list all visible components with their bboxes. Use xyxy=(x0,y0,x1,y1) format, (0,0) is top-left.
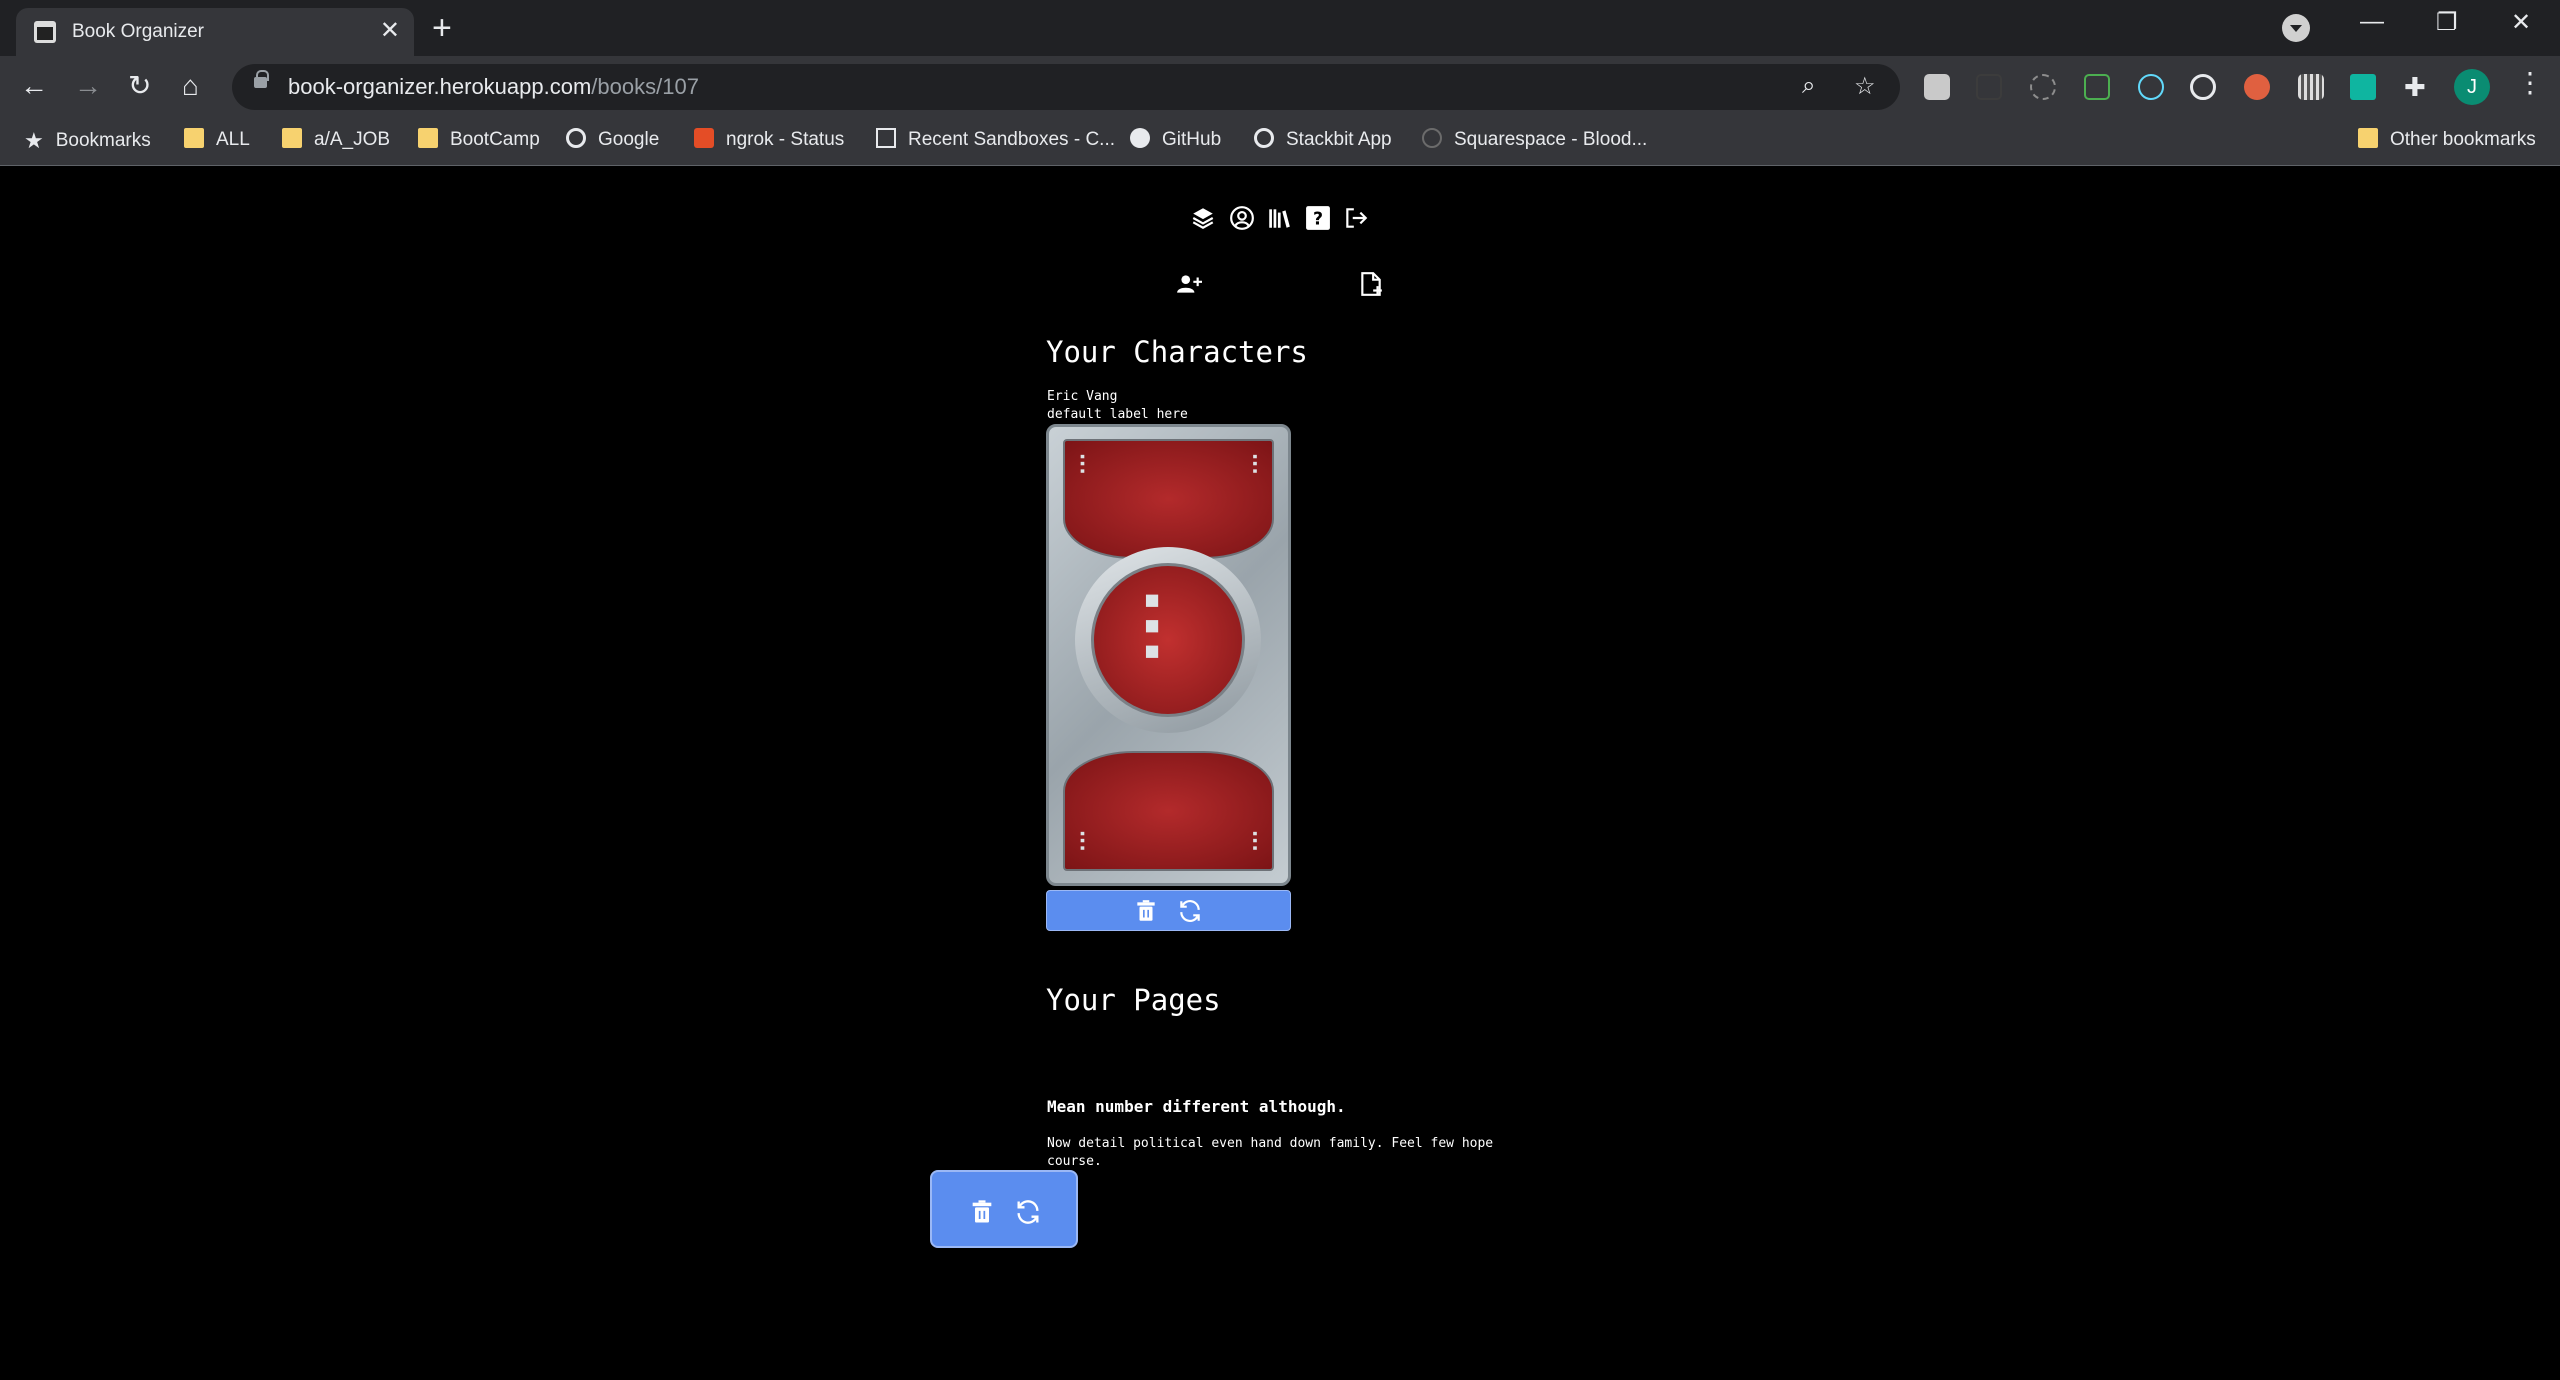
character-label: default label here xyxy=(1047,407,1188,422)
github-icon xyxy=(1130,128,1150,148)
folder-icon xyxy=(184,128,204,148)
extension-icon[interactable] xyxy=(2190,74,2216,100)
star-icon: ★ xyxy=(24,128,44,153)
user-plus-icon[interactable] xyxy=(1176,271,1202,297)
page-entry-title[interactable]: Mean number different although. xyxy=(1047,1097,1346,1116)
lock-icon xyxy=(254,70,269,88)
globe-icon xyxy=(566,128,586,148)
page-action-box xyxy=(930,1170,1078,1248)
refresh-icon[interactable] xyxy=(1014,1198,1042,1226)
bookmark-item[interactable]: Squarespace - Blood... xyxy=(1422,128,1647,154)
forward-icon[interactable]: → xyxy=(74,66,102,106)
bookmark-item[interactable]: Google xyxy=(566,128,659,154)
squarespace-icon xyxy=(1422,128,1442,148)
claw-mark-icon: ⫶ xyxy=(1251,828,1259,858)
extension-icon[interactable] xyxy=(2350,74,2376,100)
bookmark-item[interactable]: Stackbit App xyxy=(1254,128,1392,154)
card-panel: ⫶ ⫶ xyxy=(1063,439,1274,559)
bookmark-item[interactable]: Other bookmarks xyxy=(2358,128,2536,154)
page-content: ? Your Characters Eric Vang default labe… xyxy=(0,167,2560,1380)
tab-title: Book Organizer xyxy=(72,21,205,42)
address-bar[interactable]: book-organizer.herokuapp.com/books/107 ⌕… xyxy=(232,64,1900,110)
claw-mark-icon: ⫶ xyxy=(1251,451,1259,481)
character-card-image[interactable]: ⫶ ⫶ ⫶ ⫶ ⫶ xyxy=(1046,424,1291,886)
bookmark-item[interactable]: Recent Sandboxes - C... xyxy=(876,128,1115,154)
folder-icon xyxy=(418,128,438,148)
home-icon[interactable]: ⌂ xyxy=(182,66,199,106)
bookmark-item[interactable]: a/A_JOB xyxy=(282,128,390,154)
bookmarks-bar: ★ Bookmarks ALL a/A_JOB BootCamp Google n… xyxy=(0,116,2560,166)
close-window-button[interactable]: ✕ xyxy=(2511,8,2531,37)
zoom-icon[interactable]: ⌕ xyxy=(1802,72,1815,100)
tab-search-icon[interactable] xyxy=(2282,14,2310,42)
bookmark-item[interactable]: ★ Bookmarks xyxy=(24,128,151,154)
new-tab-button[interactable]: + xyxy=(432,10,452,46)
characters-heading: Your Characters xyxy=(1046,335,1308,369)
page-entry-body: Now detail political even hand down fami… xyxy=(1047,1136,1494,1169)
minimize-button[interactable]: — xyxy=(2360,8,2384,36)
globe-icon xyxy=(1254,128,1274,148)
tab-close-icon[interactable]: ✕ xyxy=(380,17,400,45)
extension-icon[interactable] xyxy=(2084,74,2110,100)
extension-icon[interactable] xyxy=(2298,74,2324,100)
trash-icon[interactable] xyxy=(968,1198,996,1226)
user-circle-icon[interactable] xyxy=(1229,205,1255,231)
claw-mark-icon: ⫶ xyxy=(1079,828,1086,858)
url-text[interactable]: book-organizer.herokuapp.com/books/107 xyxy=(288,74,699,100)
card-medal: ⫶ xyxy=(1091,563,1245,717)
refresh-icon[interactable] xyxy=(1177,898,1203,924)
bookmark-item[interactable]: ngrok - Status xyxy=(694,128,844,154)
reload-icon[interactable]: ↻ xyxy=(128,66,151,106)
claw-mark-icon: ⫶ xyxy=(1079,451,1086,481)
tab-strip: Book Organizer ✕ + — ❐ ✕ xyxy=(0,0,2560,56)
claw-mark-icon: ⫶ xyxy=(1140,579,1163,684)
extension-icon[interactable] xyxy=(2244,74,2270,100)
ngrok-icon xyxy=(694,128,714,148)
layers-icon[interactable] xyxy=(1190,205,1216,231)
folder-icon xyxy=(2358,128,2378,148)
react-devtools-icon[interactable] xyxy=(2138,74,2164,100)
folder-icon xyxy=(282,128,302,148)
pages-heading: Your Pages xyxy=(1046,983,1221,1017)
profile-avatar[interactable]: J xyxy=(2454,69,2490,105)
browser-menu-icon[interactable]: ⋮ xyxy=(2516,66,2544,99)
logout-icon[interactable] xyxy=(1343,205,1369,231)
browser-tab[interactable]: Book Organizer ✕ xyxy=(16,8,414,56)
bookmark-item[interactable]: BootCamp xyxy=(418,128,540,154)
bookmark-star-icon[interactable]: ☆ xyxy=(1854,72,1876,101)
extension-icon[interactable] xyxy=(1976,74,2002,100)
extension-icon[interactable] xyxy=(2030,74,2056,100)
site-favicon-icon xyxy=(34,21,56,43)
extension-icon[interactable] xyxy=(1924,74,1950,100)
card-panel: ⫶ ⫶ xyxy=(1063,751,1274,871)
file-plus-icon[interactable] xyxy=(1358,271,1384,297)
extensions-puzzle-icon[interactable]: ✚ xyxy=(2404,74,2430,100)
library-icon[interactable] xyxy=(1266,205,1292,231)
bookmark-item[interactable]: ALL xyxy=(184,128,250,154)
trash-icon[interactable] xyxy=(1133,898,1159,924)
back-icon[interactable]: ← xyxy=(20,66,48,106)
svg-text:?: ? xyxy=(1313,210,1323,230)
codesandbox-icon xyxy=(876,128,896,148)
restore-button[interactable]: ❐ xyxy=(2436,8,2458,37)
help-icon[interactable]: ? xyxy=(1305,205,1331,231)
character-name: Eric Vang xyxy=(1047,389,1118,404)
character-action-bar xyxy=(1046,890,1291,931)
bookmark-item[interactable]: GitHub xyxy=(1130,128,1221,154)
